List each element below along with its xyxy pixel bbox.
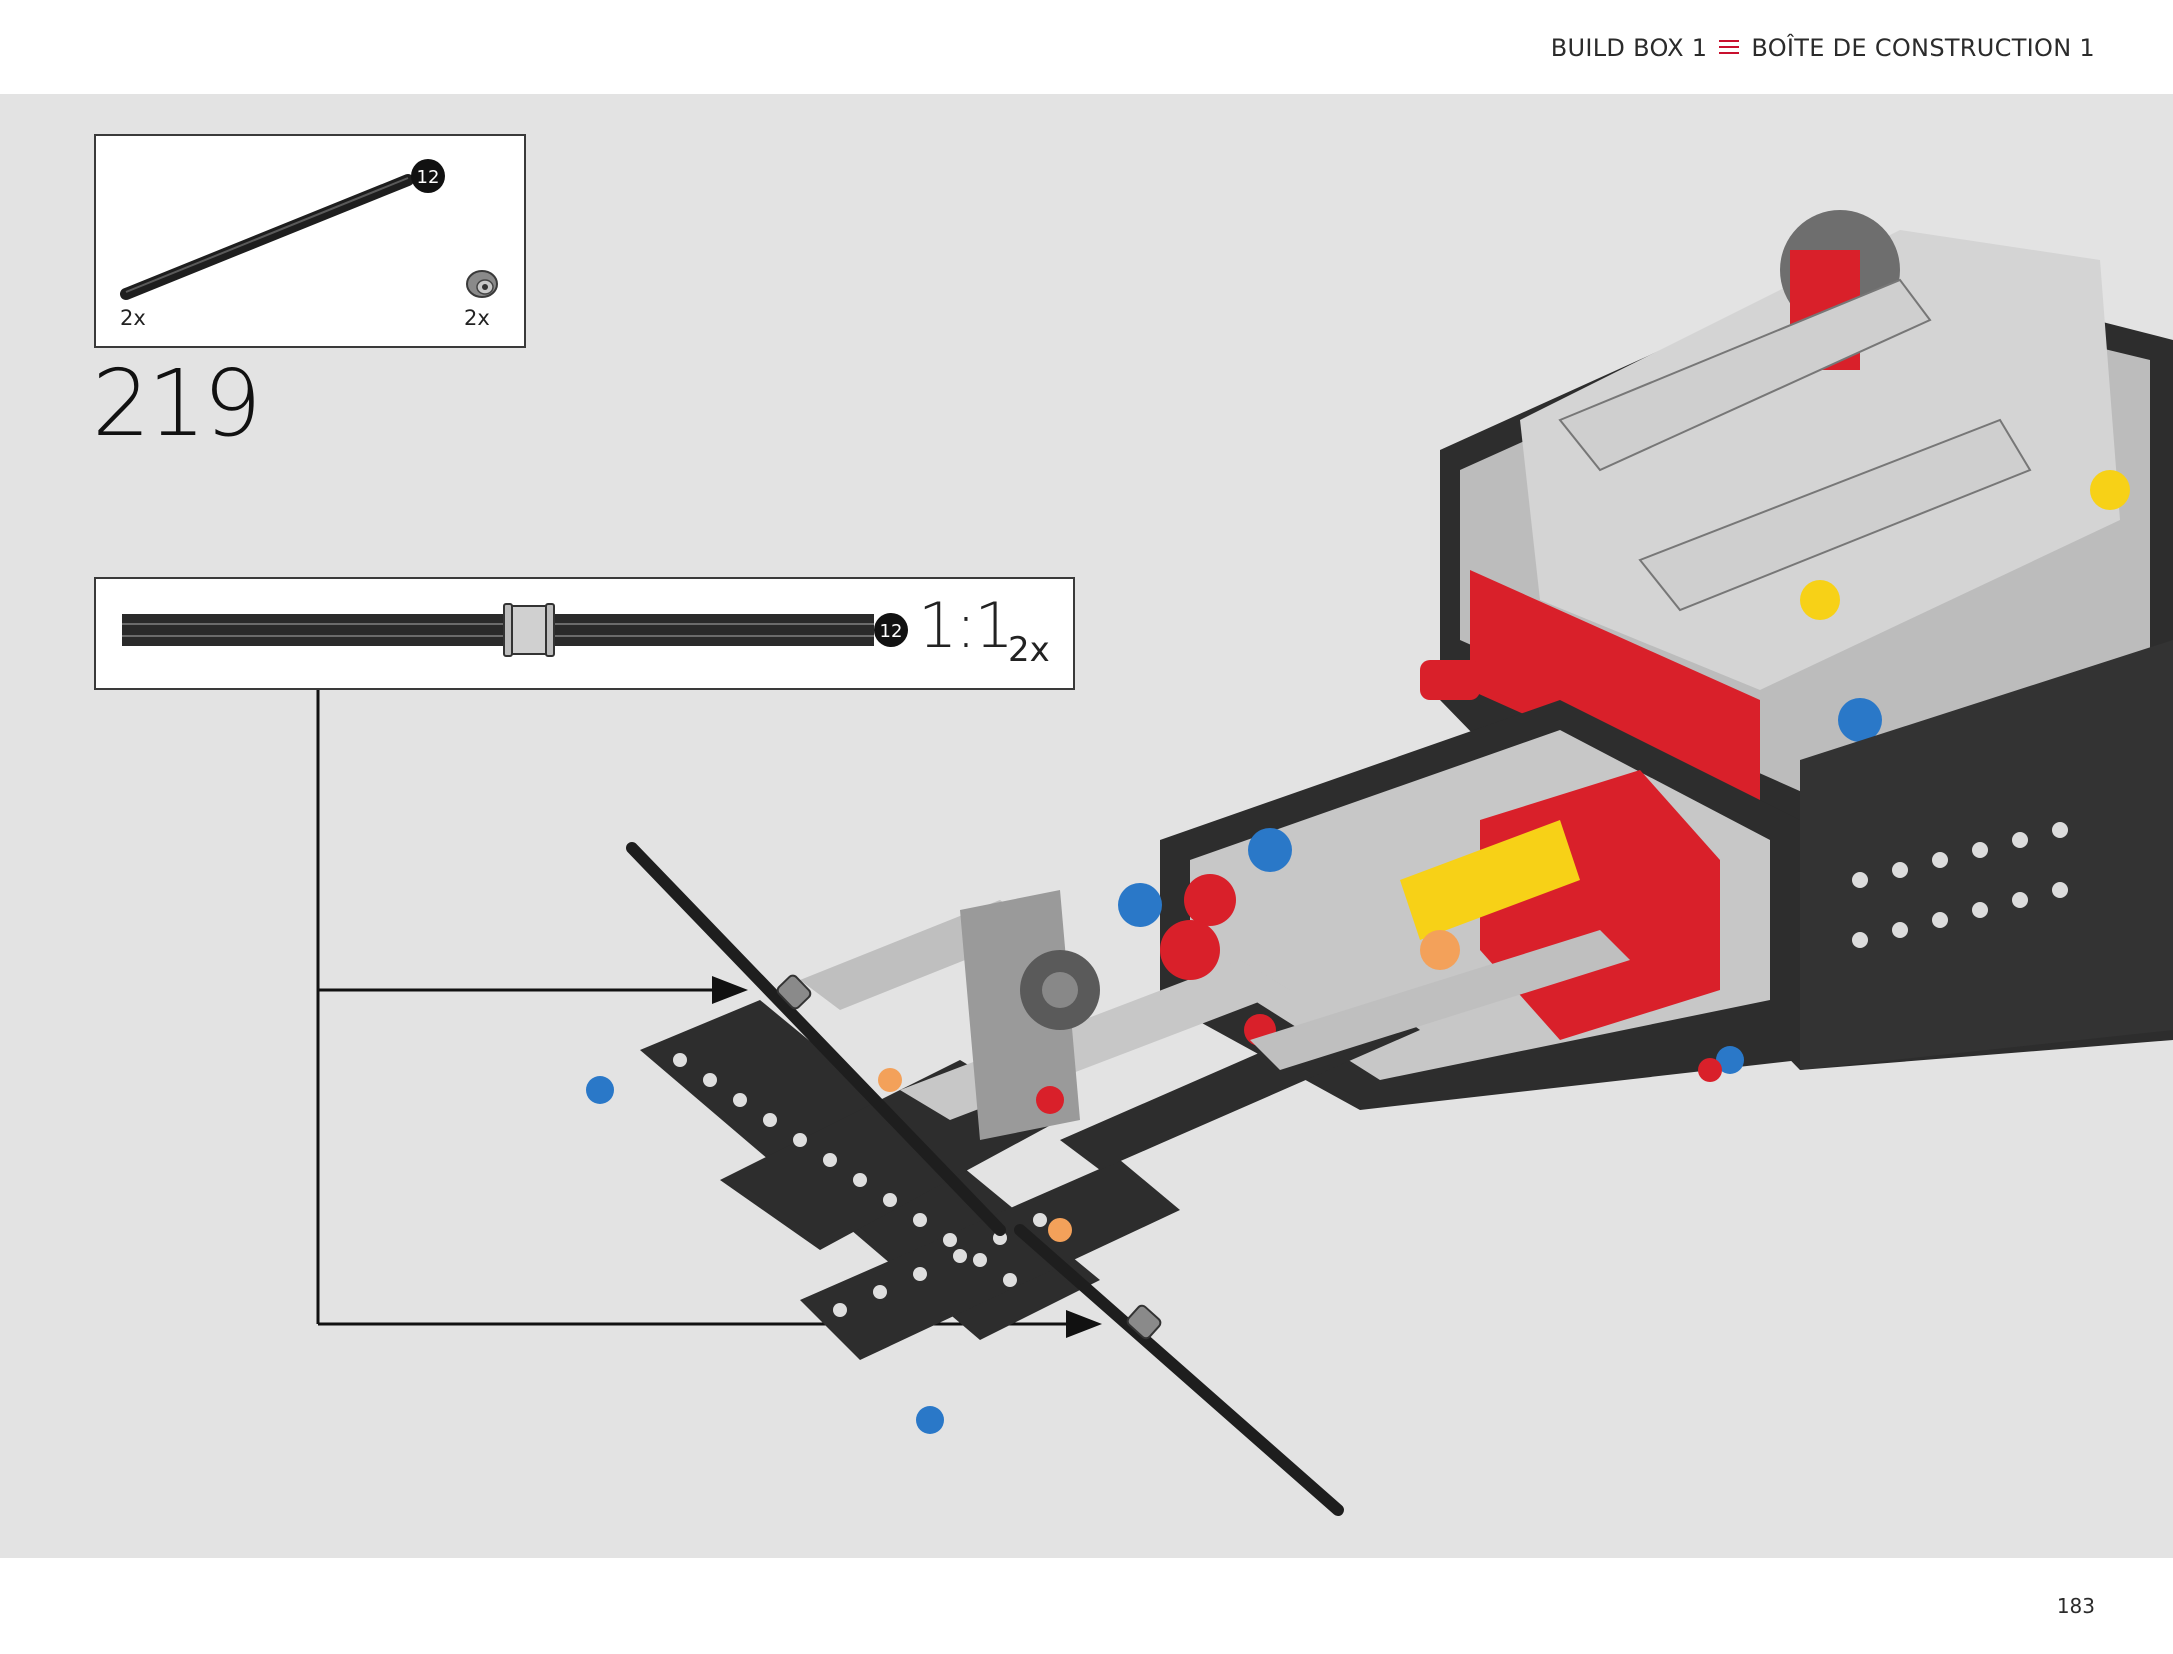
- page-number: 183: [2056, 1594, 2095, 1618]
- page-footer: 183: [0, 1558, 2173, 1654]
- model-illustration: [316, 210, 2173, 1516]
- inserted-axle-bottom: [1014, 1224, 1344, 1516]
